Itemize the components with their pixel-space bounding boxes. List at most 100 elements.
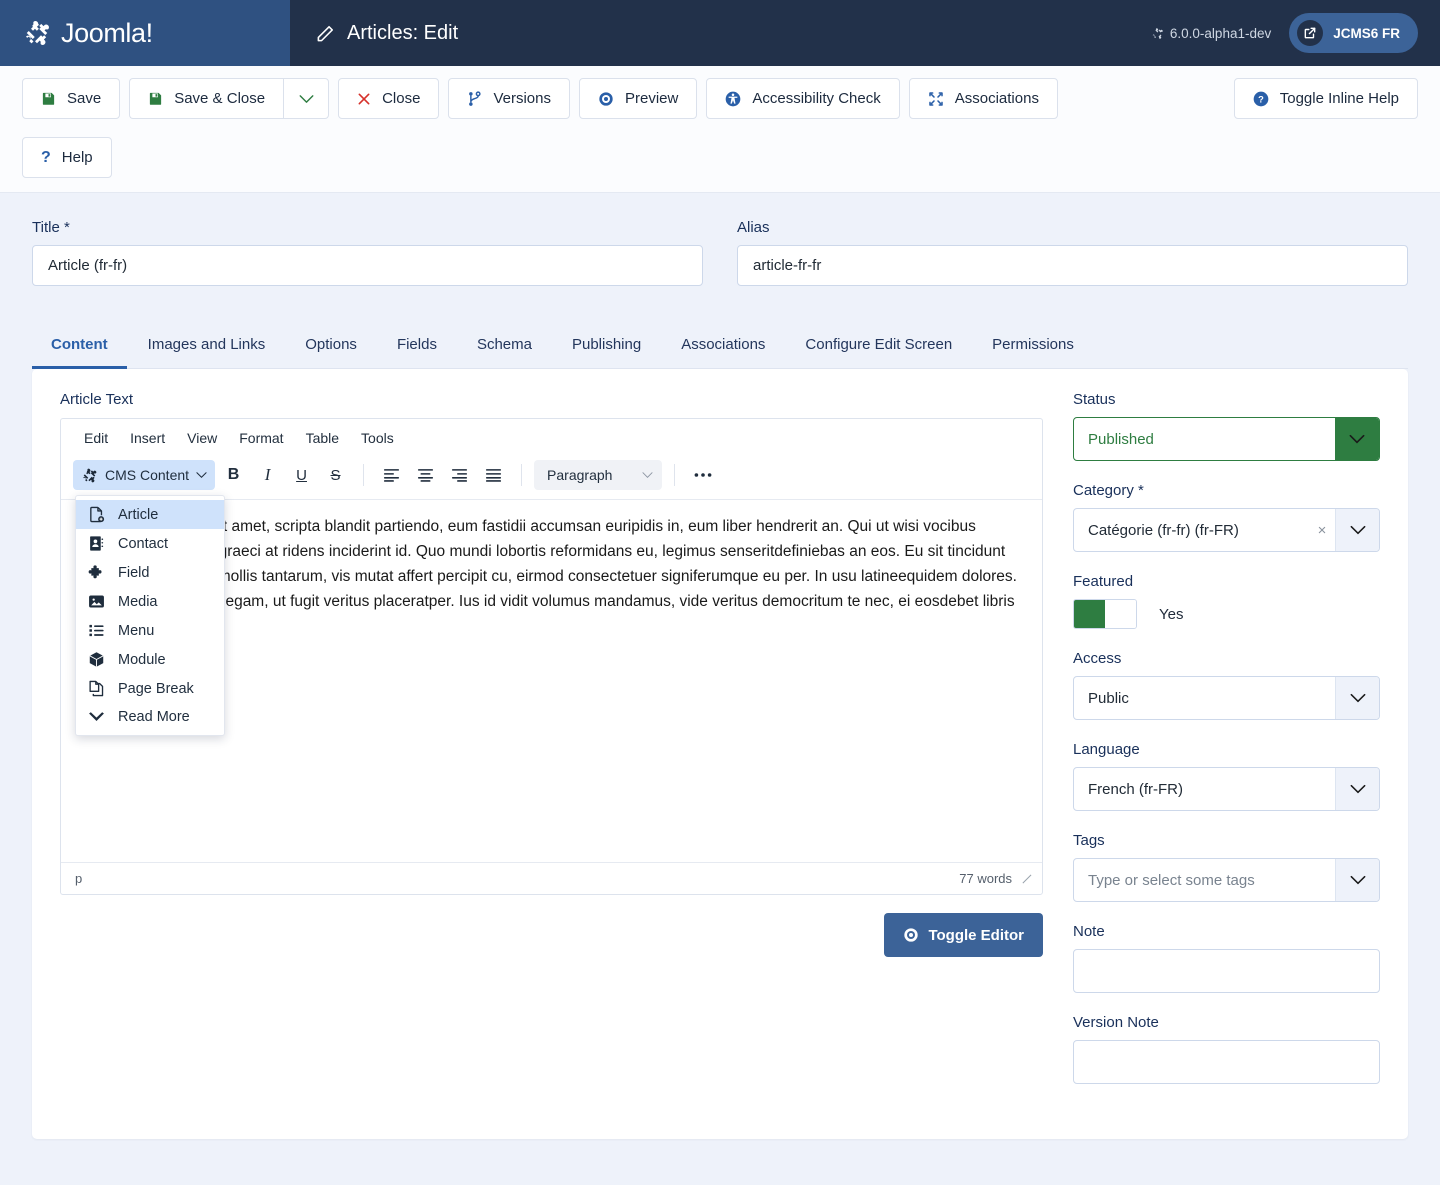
brand-area[interactable]: Joomla!	[0, 0, 290, 66]
chevron-down-icon[interactable]	[1335, 859, 1379, 901]
cube-icon	[86, 651, 106, 668]
menu-insert[interactable]: Insert	[121, 427, 174, 449]
toggle-editor-button[interactable]: Toggle Editor	[884, 913, 1043, 957]
alias-input[interactable]	[737, 245, 1408, 286]
content-card: Article Text Edit Insert View Format Tab…	[32, 369, 1408, 1139]
underline-button[interactable]: U	[286, 460, 317, 490]
cms-menu-item-article[interactable]: Article	[76, 500, 224, 529]
menu-table[interactable]: Table	[297, 427, 348, 449]
title-label: Title *	[32, 219, 70, 236]
status-group: Status Published	[1073, 391, 1380, 461]
site-button-label: JCMS6 FR	[1333, 25, 1400, 41]
version-info: 6.0.0-alpha1-dev	[1151, 26, 1271, 41]
save-and-close-button[interactable]: Save & Close	[129, 78, 284, 119]
svg-text:?: ?	[1258, 94, 1264, 104]
tab-content[interactable]: Content	[32, 324, 127, 369]
align-center-button[interactable]	[410, 460, 441, 490]
cms-menu-item-module[interactable]: Module	[76, 645, 224, 674]
cms-menu-item-menu[interactable]: Menu	[76, 616, 224, 645]
cms-menu-item-page-break[interactable]: Page Break	[76, 674, 224, 703]
menu-view[interactable]: View	[178, 427, 226, 449]
cms-menu-item-label: Page Break	[118, 680, 194, 697]
category-select[interactable]: Catégorie (fr-fr) (fr-FR) ×	[1073, 508, 1380, 552]
tab-permissions[interactable]: Permissions	[973, 324, 1093, 369]
cms-menu-item-label: Menu	[118, 622, 155, 639]
save-button-label: Save	[67, 90, 102, 107]
strikethrough-button[interactable]: S	[320, 460, 351, 490]
edit-tabs: Content Images and Links Options Fields …	[32, 324, 1408, 369]
align-justify-button[interactable]	[478, 460, 509, 490]
version-note-group: Version Note	[1073, 1014, 1380, 1084]
tab-images-and-links[interactable]: Images and Links	[129, 324, 285, 369]
toggle-inline-help-button[interactable]: ? Toggle Inline Help	[1233, 78, 1418, 119]
cms-menu-item-label: Article	[118, 506, 159, 523]
code-branch-icon	[467, 90, 482, 107]
cms-menu-item-label: Media	[118, 593, 158, 610]
access-group: Access Public	[1073, 650, 1380, 720]
status-value: Published	[1088, 430, 1154, 448]
language-select[interactable]: French (fr-FR)	[1073, 767, 1380, 811]
cms-menu-item-contact[interactable]: Contact	[76, 529, 224, 558]
menu-tools[interactable]: Tools	[352, 427, 403, 449]
element-path[interactable]: p	[75, 871, 82, 886]
tab-schema[interactable]: Schema	[458, 324, 551, 369]
italic-button[interactable]: I	[252, 460, 283, 490]
more-toolbar-items-button[interactable]	[687, 460, 718, 490]
format-select[interactable]: Paragraph	[534, 460, 663, 490]
cms-menu-item-label: Field	[118, 564, 150, 581]
associations-button[interactable]: Associations	[908, 78, 1058, 119]
close-button[interactable]: Close	[338, 78, 440, 119]
joomla-logo[interactable]: Joomla!	[22, 18, 153, 49]
page-title: Articles: Edit	[347, 21, 459, 44]
bold-button[interactable]: B	[218, 460, 249, 490]
compress-arrows-icon	[928, 91, 944, 107]
version-number: 6.0.0-alpha1-dev	[1169, 25, 1272, 41]
tab-options[interactable]: Options	[286, 324, 376, 369]
help-button[interactable]: ? Help	[22, 137, 112, 178]
access-select[interactable]: Public	[1073, 676, 1380, 720]
note-input[interactable]	[1073, 949, 1380, 993]
joomla-mini-icon	[1151, 27, 1164, 40]
chevron-down-icon[interactable]	[1335, 509, 1379, 551]
category-value: Catégorie (fr-fr) (fr-FR)	[1088, 521, 1239, 539]
menu-edit[interactable]: Edit	[75, 427, 117, 449]
menu-format[interactable]: Format	[230, 427, 292, 449]
tags-select[interactable]: Type or select some tags	[1073, 858, 1380, 902]
tab-associations[interactable]: Associations	[662, 324, 784, 369]
align-right-button[interactable]	[444, 460, 475, 490]
help-button-label: Help	[61, 149, 93, 166]
status-select[interactable]: Published	[1073, 417, 1380, 461]
resize-handle-icon[interactable]	[1021, 873, 1032, 884]
versions-button[interactable]: Versions	[448, 78, 570, 119]
chevron-down-icon[interactable]	[1335, 677, 1379, 719]
note-group: Note	[1073, 923, 1380, 993]
visit-site-button[interactable]: JCMS6 FR	[1289, 13, 1418, 53]
clear-category-icon[interactable]: ×	[1309, 509, 1335, 551]
accessibility-check-button[interactable]: Accessibility Check	[706, 78, 900, 119]
eye-icon	[598, 91, 614, 107]
chevron-down-icon[interactable]	[1335, 418, 1379, 460]
tab-publishing[interactable]: Publishing	[553, 324, 660, 369]
cms-menu-item-read-more[interactable]: Read More	[76, 703, 224, 731]
cms-menu-item-field[interactable]: Field	[76, 558, 224, 587]
tab-configure-edit-screen[interactable]: Configure Edit Screen	[786, 324, 971, 369]
chevron-down-icon[interactable]	[1335, 768, 1379, 810]
tab-fields[interactable]: Fields	[378, 324, 456, 369]
chevron-down-icon[interactable]	[283, 78, 330, 119]
category-group: Category * Catégorie (fr-fr) (fr-FR) ×	[1073, 482, 1380, 552]
editor-column: Article Text Edit Insert View Format Tab…	[60, 391, 1043, 1109]
align-left-button[interactable]	[376, 460, 407, 490]
cms-menu-item-media[interactable]: Media	[76, 587, 224, 616]
title-input[interactable]	[32, 245, 703, 286]
eye-icon	[903, 927, 919, 943]
joomla-icon	[81, 467, 98, 484]
version-note-input[interactable]	[1073, 1040, 1380, 1084]
save-button[interactable]: Save	[22, 78, 121, 119]
toolbar-divider	[363, 464, 365, 486]
brand-name: Joomla!	[61, 17, 153, 48]
featured-toggle[interactable]	[1073, 599, 1137, 629]
toggle-editor-label: Toggle Editor	[928, 926, 1024, 944]
cms-content-button[interactable]: CMS Content	[73, 460, 216, 490]
title-field-group: Title *	[32, 219, 703, 286]
preview-button[interactable]: Preview	[579, 78, 698, 119]
